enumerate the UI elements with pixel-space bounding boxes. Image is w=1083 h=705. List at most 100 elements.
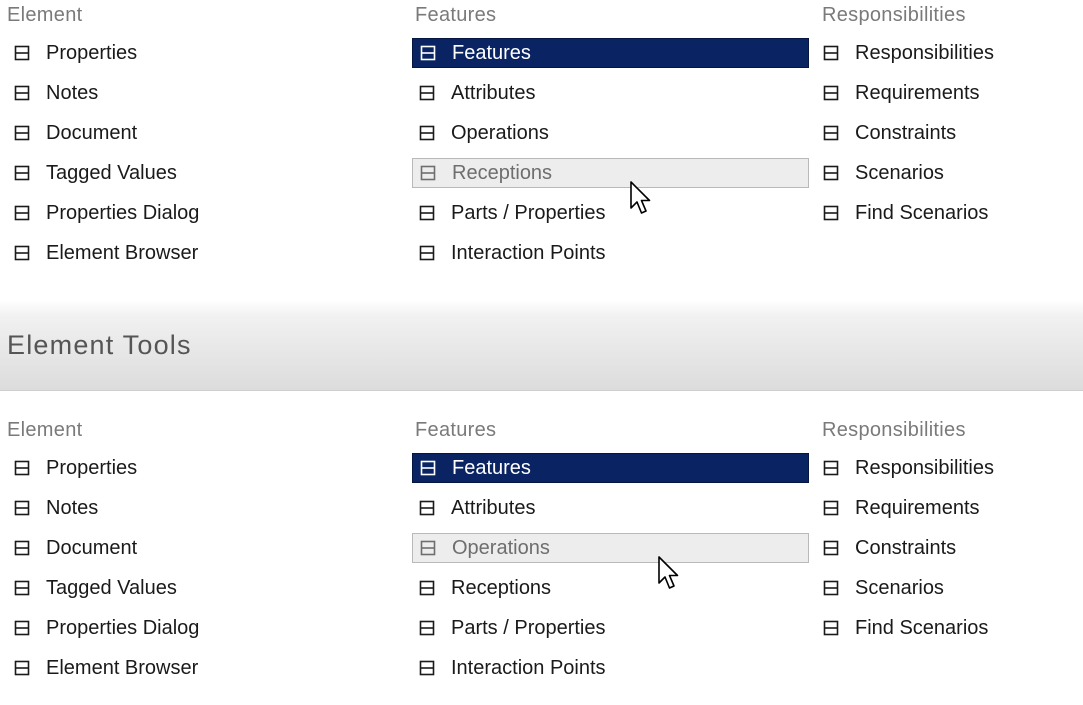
- menu-item-label: Responsibilities: [855, 456, 994, 479]
- menu-item-interaction-points[interactable]: Interaction Points: [412, 653, 809, 683]
- menu-item-operations[interactable]: Operations: [412, 533, 809, 563]
- window-panel-icon: [14, 245, 30, 261]
- window-panel-icon: [14, 125, 30, 141]
- window-panel-icon: [823, 620, 839, 636]
- menu-item-operations[interactable]: Operations: [412, 118, 809, 148]
- menu-item-properties-dialog[interactable]: Properties Dialog: [7, 198, 199, 228]
- menu-item-label: Properties: [46, 41, 138, 64]
- column-header: Responsibilities: [822, 419, 966, 441]
- menu-item-requirements[interactable]: Requirements: [822, 493, 980, 523]
- window-panel-icon: [823, 205, 839, 221]
- window-panel-icon: [420, 540, 436, 556]
- menu-item-label: Requirements: [855, 496, 980, 519]
- menu-item-label: Parts / Properties: [451, 201, 606, 224]
- window-panel-icon: [14, 620, 30, 636]
- menu-item-requirements[interactable]: Requirements: [822, 78, 980, 108]
- window-panel-icon: [14, 460, 30, 476]
- menu-item-label: Features: [452, 456, 531, 479]
- menu-item-label: Receptions: [452, 161, 553, 184]
- window-panel-icon: [14, 45, 30, 61]
- window-panel-icon: [14, 85, 30, 101]
- window-panel-icon: [419, 660, 435, 676]
- window-panel-icon: [823, 165, 839, 181]
- menu-item-label: Element Browser: [46, 241, 199, 264]
- menu-item-properties[interactable]: Properties: [7, 453, 137, 483]
- column-header: Element: [7, 419, 83, 441]
- ribbon-panel-top: Element Properties Notes Document Tagged…: [0, 0, 1083, 290]
- menu-item-scenarios[interactable]: Scenarios: [822, 158, 944, 188]
- menu-item-label: Document: [46, 121, 138, 144]
- window-panel-icon: [823, 45, 839, 61]
- column-features: Features Features Attributes Operations …: [412, 0, 809, 264]
- window-panel-icon: [14, 500, 30, 516]
- menu-item-label: Attributes: [451, 81, 536, 104]
- menu-item-label: Element Browser: [46, 656, 199, 679]
- menu-item-label: Features: [452, 41, 531, 64]
- menu-item-responsibilities[interactable]: Responsibilities: [822, 38, 994, 68]
- menu-item-tagged-values[interactable]: Tagged Values: [7, 573, 177, 603]
- ribbon-panel-bottom: Element Properties Notes Document Tagged…: [0, 415, 1083, 705]
- menu-item-document[interactable]: Document: [7, 118, 137, 148]
- menu-item-label: Properties: [46, 456, 138, 479]
- column-header: Element: [7, 4, 83, 26]
- window-panel-icon: [420, 460, 436, 476]
- menu-item-label: Interaction Points: [451, 656, 606, 679]
- column-features: Features Features Attributes Operations …: [412, 415, 809, 679]
- menu-item-constraints[interactable]: Constraints: [822, 118, 956, 148]
- menu-item-label: Tagged Values: [46, 576, 177, 599]
- window-panel-icon: [420, 45, 436, 61]
- section-header-bar: Element Tools: [0, 300, 1083, 391]
- window-panel-icon: [14, 580, 30, 596]
- menu-item-constraints[interactable]: Constraints: [822, 533, 956, 563]
- menu-item-label: Responsibilities: [855, 41, 994, 64]
- menu-item-label: Constraints: [855, 536, 957, 559]
- window-panel-icon: [823, 85, 839, 101]
- menu-item-find-scenarios[interactable]: Find Scenarios: [822, 198, 988, 228]
- window-panel-icon: [419, 500, 435, 516]
- column-header: Features: [415, 419, 497, 441]
- menu-item-parts-properties[interactable]: Parts / Properties: [412, 198, 809, 228]
- menu-item-find-scenarios[interactable]: Find Scenarios: [822, 613, 988, 643]
- menu-item-label: Interaction Points: [451, 241, 606, 264]
- menu-item-notes[interactable]: Notes: [7, 78, 98, 108]
- menu-item-label: Document: [46, 536, 138, 559]
- window-panel-icon: [419, 620, 435, 636]
- menu-item-attributes[interactable]: Attributes: [412, 493, 809, 523]
- menu-item-interaction-points[interactable]: Interaction Points: [412, 238, 809, 268]
- menu-item-element-browser[interactable]: Element Browser: [7, 238, 198, 268]
- window-panel-icon: [823, 500, 839, 516]
- window-panel-icon: [419, 580, 435, 596]
- menu-item-features[interactable]: Features: [412, 38, 809, 68]
- menu-item-label: Find Scenarios: [855, 616, 989, 639]
- menu-item-responsibilities[interactable]: Responsibilities: [822, 453, 994, 483]
- menu-item-tagged-values[interactable]: Tagged Values: [7, 158, 177, 188]
- mouse-pointer-icon: [630, 181, 651, 214]
- menu-item-document[interactable]: Document: [7, 533, 137, 563]
- window-panel-icon: [823, 540, 839, 556]
- window-panel-icon: [419, 205, 435, 221]
- menu-item-notes[interactable]: Notes: [7, 493, 98, 523]
- column-responsibilities: Responsibilities Responsibilities Requir…: [822, 0, 994, 224]
- column-header: Responsibilities: [822, 4, 966, 26]
- menu-item-scenarios[interactable]: Scenarios: [822, 573, 944, 603]
- menu-item-receptions[interactable]: Receptions: [412, 158, 809, 188]
- menu-item-properties-dialog[interactable]: Properties Dialog: [7, 613, 199, 643]
- menu-item-label: Receptions: [451, 576, 552, 599]
- menu-item-element-browser[interactable]: Element Browser: [7, 653, 198, 683]
- window-panel-icon: [823, 580, 839, 596]
- window-panel-icon: [823, 125, 839, 141]
- menu-item-label: Operations: [452, 536, 550, 559]
- menu-item-label: Properties Dialog: [46, 201, 200, 224]
- window-panel-icon: [14, 205, 30, 221]
- window-panel-icon: [420, 165, 436, 181]
- menu-item-label: Scenarios: [855, 161, 944, 184]
- menu-item-label: Operations: [451, 121, 549, 144]
- menu-item-properties[interactable]: Properties: [7, 38, 137, 68]
- menu-item-attributes[interactable]: Attributes: [412, 78, 809, 108]
- menu-item-parts-properties[interactable]: Parts / Properties: [412, 613, 809, 643]
- column-element: Element Properties Notes Document Tagged…: [7, 415, 199, 679]
- menu-item-label: Requirements: [855, 81, 980, 104]
- window-panel-icon: [823, 460, 839, 476]
- menu-item-receptions[interactable]: Receptions: [412, 573, 809, 603]
- menu-item-features[interactable]: Features: [412, 453, 809, 483]
